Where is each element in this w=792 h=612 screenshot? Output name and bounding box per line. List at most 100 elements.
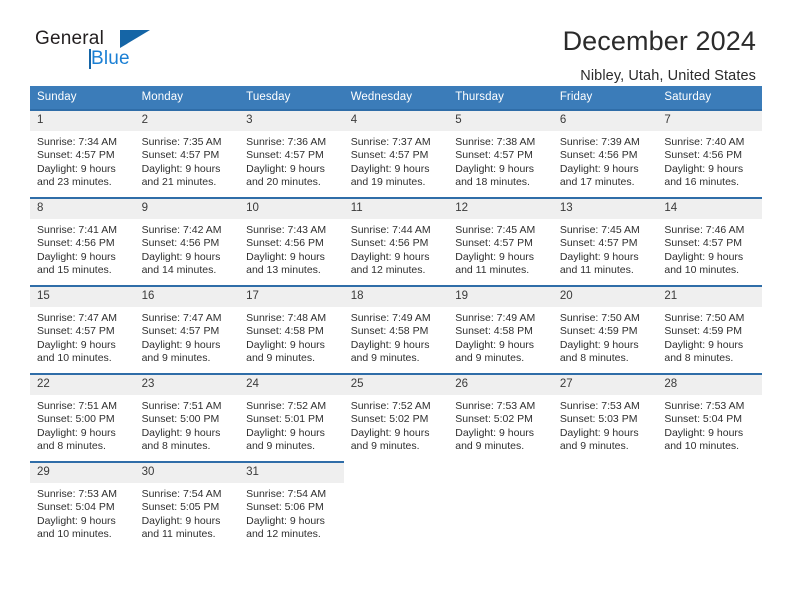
sunset-text: Sunset: 4:57 PM — [141, 325, 220, 338]
sunset-text: Sunset: 5:04 PM — [664, 413, 743, 426]
sunset-text: Sunset: 4:59 PM — [664, 325, 743, 338]
daylight-text-line2: and 21 minutes. — [141, 176, 217, 189]
sunset-text: Sunset: 4:57 PM — [246, 149, 324, 162]
daylight-text-line1: Daylight: 9 hours — [455, 162, 535, 175]
day-cell[interactable]: 7 Sunrise: 7:40 AM Sunset: 4:56 PM Dayli… — [657, 109, 762, 198]
daylight-text-line1: Daylight: 9 hours — [350, 426, 430, 439]
sunrise-text: Sunrise: 7:51 AM — [141, 400, 222, 412]
day-cell[interactable]: 28 Sunrise: 7:53 AM Sunset: 5:04 PM Dayl… — [657, 373, 762, 462]
day-number: 9 — [134, 199, 240, 219]
page-header: General Blue December 2024 Nibley, Utah,… — [0, 0, 792, 84]
day-cell[interactable]: 16 Sunrise: 7:47 AM Sunset: 4:57 PM Dayl… — [134, 285, 240, 374]
daylight-text-line2: and 14 minutes. — [141, 264, 217, 277]
daylight-text-line1: Daylight: 9 hours — [246, 162, 325, 175]
day-cell[interactable]: 9 Sunrise: 7:42 AM Sunset: 4:56 PM Dayli… — [134, 197, 240, 286]
day-cell[interactable]: 13 Sunrise: 7:45 AM Sunset: 4:57 PM Dayl… — [552, 197, 658, 286]
day-number: 26 — [448, 375, 553, 395]
daylight-text-line2: and 10 minutes. — [37, 352, 112, 365]
day-cell[interactable]: 14 Sunrise: 7:46 AM Sunset: 4:57 PM Dayl… — [657, 197, 762, 286]
day-cell[interactable]: 11 Sunrise: 7:44 AM Sunset: 4:56 PM Dayl… — [343, 197, 449, 286]
day-cell[interactable]: 19 Sunrise: 7:49 AM Sunset: 4:58 PM Dayl… — [448, 285, 553, 374]
sunset-text: Sunset: 4:56 PM — [664, 149, 743, 162]
day-details: Sunrise: 7:36 AM Sunset: 4:57 PM Dayligh… — [239, 131, 344, 190]
day-cell[interactable]: 1 Sunrise: 7:34 AM Sunset: 4:57 PM Dayli… — [30, 109, 135, 198]
weekday-header-wednesday: Wednesday — [343, 86, 449, 110]
day-number: 5 — [448, 111, 553, 131]
day-cell[interactable]: 21 Sunrise: 7:50 AM Sunset: 4:59 PM Dayl… — [657, 285, 762, 374]
day-number: 16 — [134, 287, 240, 307]
day-details: Sunrise: 7:53 AM Sunset: 5:04 PM Dayligh… — [657, 395, 762, 454]
day-cell[interactable]: 25 Sunrise: 7:52 AM Sunset: 5:02 PM Dayl… — [343, 373, 449, 462]
daylight-text-line1: Daylight: 9 hours — [664, 250, 744, 263]
day-cell[interactable]: 12 Sunrise: 7:45 AM Sunset: 4:57 PM Dayl… — [448, 197, 553, 286]
sunset-text: Sunset: 4:57 PM — [37, 149, 115, 162]
day-number: 6 — [552, 111, 658, 131]
weekday-header-row: Sunday Monday Tuesday Wednesday Thursday… — [30, 86, 762, 110]
day-details: Sunrise: 7:54 AM Sunset: 5:06 PM Dayligh… — [239, 483, 344, 542]
day-cell[interactable]: 23 Sunrise: 7:51 AM Sunset: 5:00 PM Dayl… — [134, 373, 240, 462]
sunset-text: Sunset: 4:56 PM — [141, 237, 220, 250]
daylight-text-line2: and 8 minutes. — [664, 352, 734, 365]
day-details: Sunrise: 7:48 AM Sunset: 4:58 PM Dayligh… — [239, 307, 344, 366]
daylight-text-line2: and 15 minutes. — [37, 264, 112, 277]
day-number: 4 — [343, 111, 449, 131]
daylight-text-line2: and 16 minutes. — [664, 176, 740, 189]
daylight-text-line1: Daylight: 9 hours — [559, 426, 639, 439]
day-details: Sunrise: 7:38 AM Sunset: 4:57 PM Dayligh… — [448, 131, 553, 190]
sunset-text: Sunset: 5:02 PM — [350, 413, 429, 426]
daylight-text-line1: Daylight: 9 hours — [141, 338, 221, 351]
day-number: 17 — [239, 287, 344, 307]
day-details: Sunrise: 7:39 AM Sunset: 4:56 PM Dayligh… — [553, 131, 658, 190]
day-details: Sunrise: 7:52 AM Sunset: 5:02 PM Dayligh… — [344, 395, 449, 454]
daylight-text-line2: and 8 minutes. — [37, 440, 106, 453]
sunrise-text: Sunrise: 7:45 AM — [455, 224, 536, 236]
day-number: 14 — [657, 199, 762, 219]
daylight-text-line1: Daylight: 9 hours — [455, 338, 535, 351]
sunset-text: Sunset: 5:00 PM — [37, 413, 115, 426]
logo-text-blue: Blue — [91, 48, 130, 69]
day-cell[interactable]: 17 Sunrise: 7:48 AM Sunset: 4:58 PM Dayl… — [239, 285, 344, 374]
daylight-text-line1: Daylight: 9 hours — [37, 338, 116, 351]
day-number: 25 — [343, 375, 449, 395]
daylight-text-line1: Daylight: 9 hours — [37, 250, 116, 263]
calendar-page: General Blue December 2024 Nibley, Utah,… — [0, 0, 792, 612]
calendar-body: 1 Sunrise: 7:34 AM Sunset: 4:57 PM Dayli… — [30, 109, 762, 550]
day-number: 7 — [657, 111, 762, 131]
day-cell[interactable]: 20 Sunrise: 7:50 AM Sunset: 4:59 PM Dayl… — [552, 285, 658, 374]
day-cell[interactable]: 3 Sunrise: 7:36 AM Sunset: 4:57 PM Dayli… — [239, 109, 344, 198]
logo-text-general: General — [35, 28, 104, 49]
day-cell[interactable]: 29 Sunrise: 7:53 AM Sunset: 5:04 PM Dayl… — [30, 461, 135, 550]
day-cell[interactable]: 27 Sunrise: 7:53 AM Sunset: 5:03 PM Dayl… — [552, 373, 658, 462]
day-cell[interactable]: 5 Sunrise: 7:38 AM Sunset: 4:57 PM Dayli… — [448, 109, 553, 198]
day-cell[interactable]: 26 Sunrise: 7:53 AM Sunset: 5:02 PM Dayl… — [448, 373, 553, 462]
day-cell[interactable]: 22 Sunrise: 7:51 AM Sunset: 5:00 PM Dayl… — [30, 373, 135, 462]
daylight-text-line1: Daylight: 9 hours — [559, 338, 639, 351]
day-cell[interactable]: 6 Sunrise: 7:39 AM Sunset: 4:56 PM Dayli… — [552, 109, 658, 198]
daylight-text-line1: Daylight: 9 hours — [350, 162, 430, 175]
day-cell[interactable]: 2 Sunrise: 7:35 AM Sunset: 4:57 PM Dayli… — [134, 109, 240, 198]
daylight-text-line2: and 9 minutes. — [350, 440, 420, 453]
sunrise-text: Sunrise: 7:41 AM — [37, 224, 117, 236]
daylight-text-line1: Daylight: 9 hours — [350, 338, 430, 351]
sunrise-text: Sunrise: 7:51 AM — [37, 400, 117, 412]
sunrise-text: Sunrise: 7:43 AM — [246, 224, 327, 236]
day-cell[interactable]: 4 Sunrise: 7:37 AM Sunset: 4:57 PM Dayli… — [343, 109, 449, 198]
day-cell[interactable]: 30 Sunrise: 7:54 AM Sunset: 5:05 PM Dayl… — [134, 461, 240, 550]
daylight-text-line1: Daylight: 9 hours — [37, 514, 116, 527]
sunrise-text: Sunrise: 7:54 AM — [141, 488, 222, 500]
day-cell[interactable]: 31 Sunrise: 7:54 AM Sunset: 5:06 PM Dayl… — [239, 461, 344, 550]
sunrise-text: Sunrise: 7:37 AM — [350, 136, 431, 148]
calendar-header-row: Sunday Monday Tuesday Wednesday Thursday… — [30, 86, 762, 110]
sunset-text: Sunset: 4:59 PM — [559, 325, 638, 338]
day-details: Sunrise: 7:53 AM Sunset: 5:02 PM Dayligh… — [448, 395, 553, 454]
calendar-week-row: 22 Sunrise: 7:51 AM Sunset: 5:00 PM Dayl… — [30, 373, 762, 462]
day-cell[interactable]: 24 Sunrise: 7:52 AM Sunset: 5:01 PM Dayl… — [239, 373, 344, 462]
day-cell[interactable]: 10 Sunrise: 7:43 AM Sunset: 4:56 PM Dayl… — [239, 197, 344, 286]
day-number: 28 — [657, 375, 762, 395]
day-cell[interactable]: 8 Sunrise: 7:41 AM Sunset: 4:56 PM Dayli… — [30, 197, 135, 286]
sunset-text: Sunset: 4:56 PM — [350, 237, 429, 250]
general-blue-logo[interactable]: General Blue — [30, 26, 150, 76]
day-cell[interactable]: 15 Sunrise: 7:47 AM Sunset: 4:57 PM Dayl… — [30, 285, 135, 374]
daylight-text-line2: and 9 minutes. — [141, 352, 211, 365]
day-cell[interactable]: 18 Sunrise: 7:49 AM Sunset: 4:58 PM Dayl… — [343, 285, 449, 374]
